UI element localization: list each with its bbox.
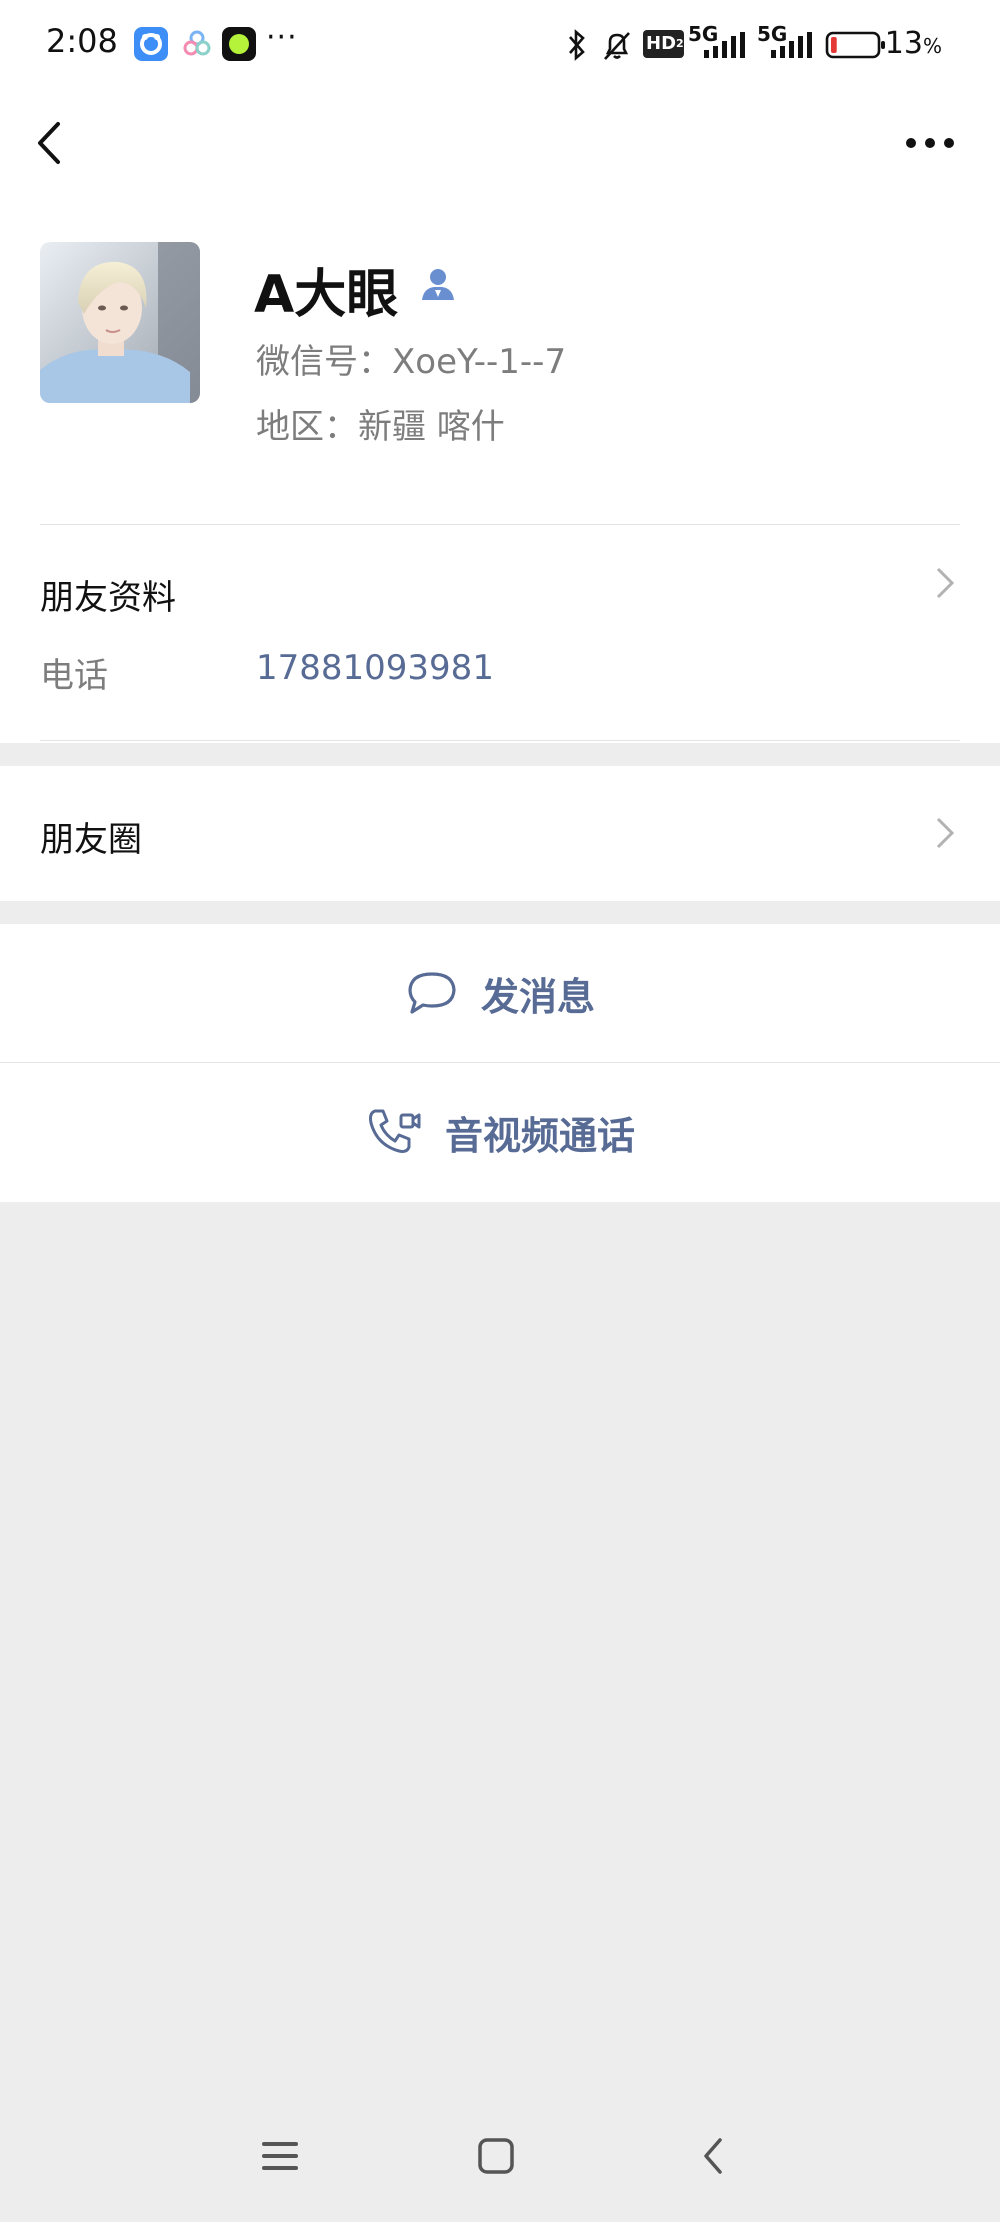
chevron-right-icon (936, 817, 955, 849)
region: 地区：新疆 喀什 (256, 407, 505, 447)
battery-icon (825, 31, 885, 59)
green-app-icon (222, 27, 256, 61)
back-icon[interactable] (32, 118, 68, 168)
chat-bubble-icon (408, 972, 456, 1014)
battery-value: 13 (884, 26, 923, 61)
battery-percent: 13% (885, 26, 942, 61)
mute-bell-icon (604, 32, 630, 60)
battery-unit: % (922, 34, 942, 58)
status-time: 2:08 (46, 22, 118, 60)
divider (40, 740, 960, 741)
phone-video-icon (368, 1109, 421, 1153)
hd-sub-label: 2 (676, 37, 684, 50)
phone-label: 电话 (40, 656, 108, 696)
phone-number[interactable]: 17881093981 (256, 648, 494, 688)
hd-label: HD (646, 33, 677, 54)
moments-title: 朋友圈 (40, 820, 142, 860)
moments-card[interactable] (0, 766, 1000, 901)
system-back-icon[interactable] (700, 2136, 726, 2176)
bluetooth-icon (569, 29, 585, 61)
friend-info-row[interactable] (0, 528, 1000, 742)
cluster-app-icon (180, 27, 214, 61)
wechat-id: 微信号：XoeY--1--7 (256, 342, 567, 382)
signal-icon-2 (771, 32, 812, 58)
home-icon[interactable] (478, 2138, 514, 2174)
hd-badge: HD2 (643, 30, 684, 58)
chevron-right-icon (936, 567, 955, 599)
more-options-icon[interactable] (904, 136, 956, 150)
divider (40, 524, 960, 525)
avatar[interactable] (40, 242, 200, 403)
contact-name: A大眼 (254, 265, 399, 325)
send-message-label: 发消息 (480, 974, 595, 1019)
av-call-label: 音视频通话 (444, 1113, 635, 1158)
signal-icon-1 (704, 32, 745, 58)
status-bar: 2:08 ··· HD2 5G 5G 13% (0, 0, 1000, 90)
contact-person-icon (422, 269, 454, 300)
menu-icon[interactable] (262, 2140, 298, 2172)
send-message-button[interactable]: 发消息 (0, 924, 1000, 1063)
notification-more-icon: ··· (266, 20, 298, 55)
friend-info-title: 朋友资料 (40, 578, 176, 618)
baidu-app-icon (134, 27, 168, 61)
av-call-button[interactable]: 音视频通话 (0, 1063, 1000, 1201)
